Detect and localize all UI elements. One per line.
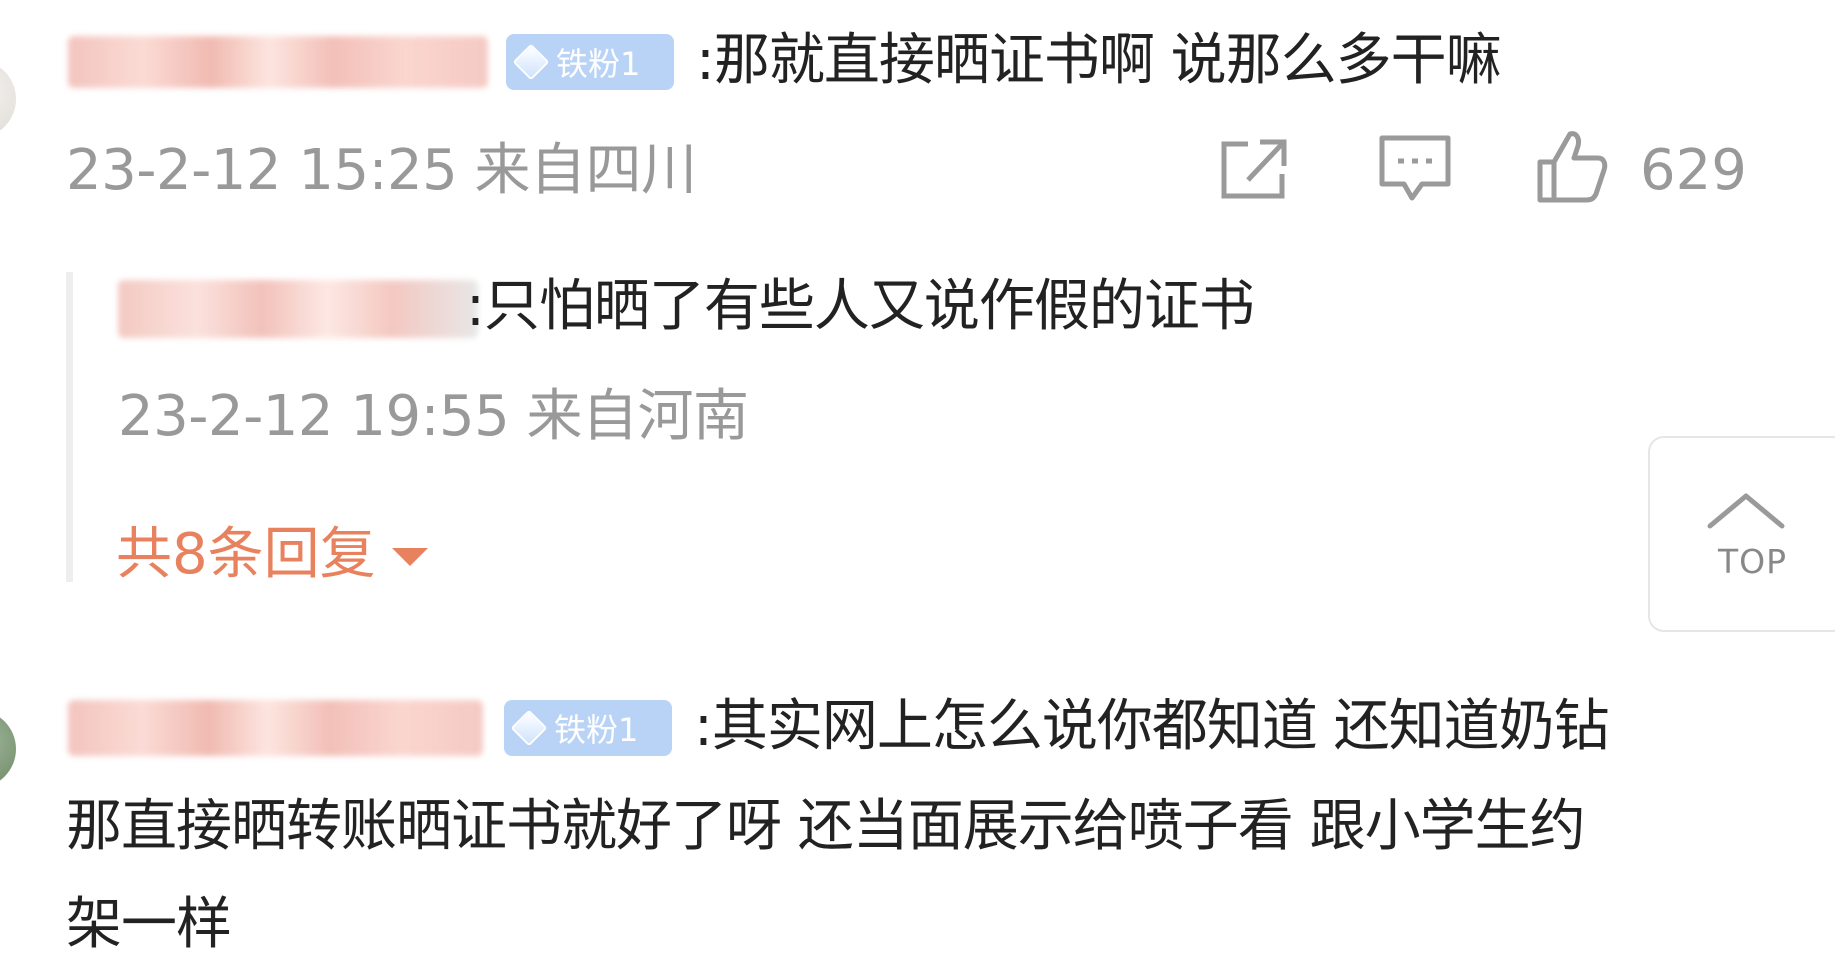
- back-to-top-button[interactable]: TOP: [1648, 436, 1835, 632]
- username-blurred[interactable]: [68, 700, 483, 756]
- comment-text-line: 那直接晒转账晒证书就好了呀 还当面展示给喷子看 跟小学生约: [66, 794, 1586, 859]
- reply-meta: 23-2-12 19:55 来自河南: [118, 384, 749, 449]
- thumbs-up-icon[interactable]: [1536, 130, 1608, 204]
- avatar[interactable]: [0, 710, 16, 788]
- reply-count-label: 共8条回复: [116, 522, 376, 587]
- comment-text-line: 架一样: [66, 892, 232, 956]
- comment-feed: 铁粉1 :那就直接晒证书啊 说那么多干嘛 23-2-12 15:25 来自四川 …: [0, 0, 1835, 956]
- fan-badge-label: 铁粉1: [554, 711, 639, 749]
- fan-badge-label: 铁粉1: [556, 45, 641, 83]
- chevron-up-icon: [1707, 493, 1785, 529]
- caret-down-icon: [391, 548, 428, 566]
- reply-thread-divider: [66, 272, 73, 582]
- comment-text: :那就直接晒证书啊 说那么多干嘛: [696, 28, 1502, 93]
- view-replies-link[interactable]: 共8条回复: [116, 522, 428, 588]
- top-label: TOP: [1718, 542, 1788, 581]
- comment-text-line: :其实网上怎么说你都知道 还知道奶钻: [694, 694, 1610, 759]
- fan-badge[interactable]: 铁粉1: [506, 34, 674, 90]
- diamond-icon: [510, 709, 548, 747]
- username-blurred[interactable]: [68, 36, 488, 88]
- comment-icon[interactable]: [1378, 134, 1452, 204]
- comment-meta: 23-2-12 15:25 来自四川: [66, 138, 697, 203]
- diamond-icon: [512, 43, 550, 81]
- avatar[interactable]: [0, 60, 16, 138]
- like-count: 629: [1640, 138, 1747, 203]
- reply-text: :只怕晒了有些人又说作假的证书: [466, 274, 1255, 339]
- share-icon[interactable]: [1218, 136, 1292, 202]
- fan-badge[interactable]: 铁粉1: [504, 700, 672, 756]
- reply-username-blurred[interactable]: [118, 280, 478, 338]
